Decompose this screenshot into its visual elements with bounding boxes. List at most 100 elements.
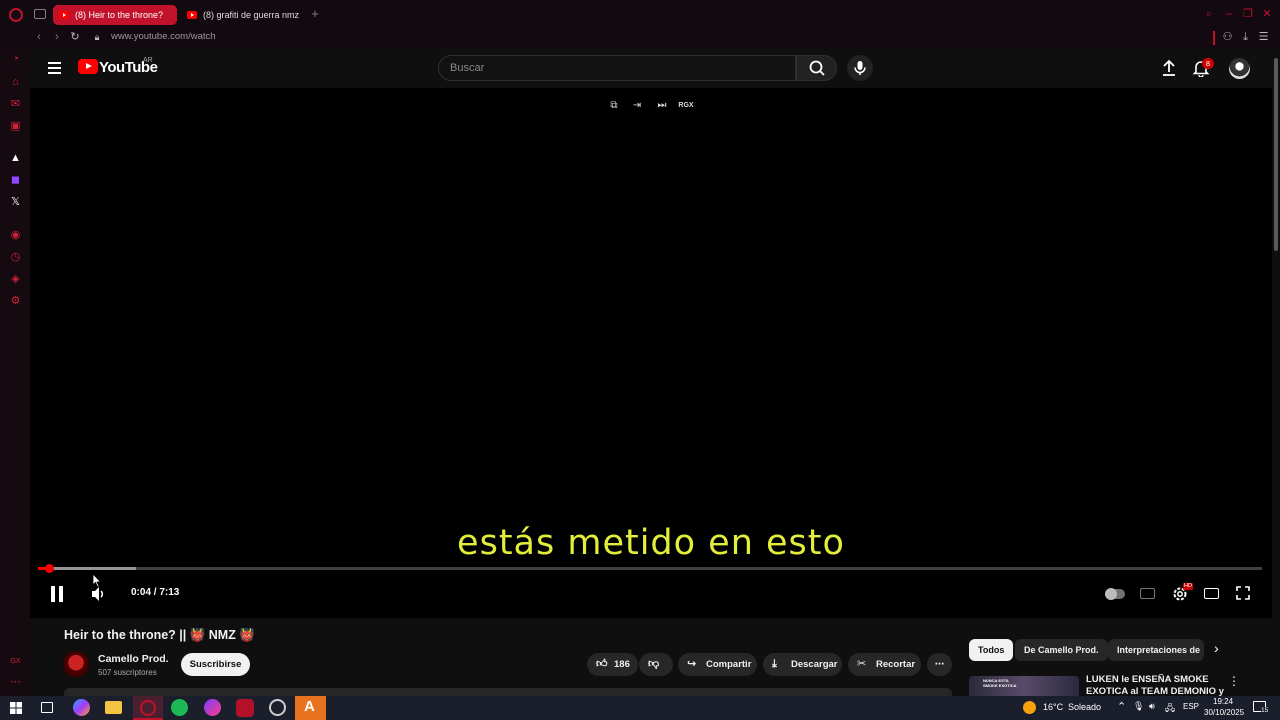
- scissors-icon: ✂: [857, 658, 867, 670]
- messenger-app-icon[interactable]: [204, 699, 221, 716]
- enter-icon[interactable]: ⇥: [627, 98, 647, 114]
- clock-app-icon[interactable]: [269, 699, 286, 716]
- volume-icon[interactable]: [90, 585, 106, 603]
- restore-icon[interactable]: ❐: [1242, 8, 1254, 20]
- subtitles-icon[interactable]: [1140, 588, 1155, 599]
- download-button[interactable]: ⤓ Descargar: [763, 653, 842, 676]
- chip-todos[interactable]: Todos: [969, 639, 1014, 661]
- thumbs-up-icon: 👍︎: [596, 658, 608, 670]
- spotify-app-icon[interactable]: [171, 699, 188, 716]
- chip-interpretaciones[interactable]: Interpretaciones de: [1108, 639, 1204, 661]
- messenger-icon[interactable]: ✉: [9, 98, 22, 111]
- opera-logo-icon[interactable]: [9, 8, 23, 22]
- upload-icon[interactable]: [1161, 59, 1177, 77]
- subtitle-caption: estás metido en esto: [457, 523, 845, 563]
- progress-bar[interactable]: [38, 564, 1262, 573]
- opera-gx-app-icon[interactable]: [133, 696, 163, 720]
- download-icon: ⤓: [772, 658, 777, 670]
- voice-search-button[interactable]: [847, 55, 873, 81]
- opera-gx-logo-icon: [140, 700, 156, 716]
- page-scrollbar[interactable]: [1272, 48, 1280, 696]
- history-icon[interactable]: ◷: [9, 251, 22, 264]
- address-field[interactable]: www.youtube.com/watch: [111, 31, 216, 42]
- share-button[interactable]: ↪ Compartir: [678, 653, 757, 676]
- weather-temp[interactable]: 16°C: [1043, 702, 1063, 712]
- x-twitter-icon[interactable]: 𝕏: [9, 196, 22, 209]
- guide-menu-icon[interactable]: [48, 62, 61, 74]
- reload-icon[interactable]: ↻: [69, 31, 81, 43]
- tray-chevron-icon[interactable]: ⌃: [1117, 700, 1126, 713]
- network-tray-icon[interactable]: 🖧: [1165, 701, 1175, 717]
- red-app-icon[interactable]: [236, 699, 254, 717]
- description-box[interactable]: [64, 688, 952, 696]
- twitch-icon[interactable]: ◼: [9, 174, 22, 187]
- orange-app-icon[interactable]: A: [295, 696, 326, 720]
- channel-name[interactable]: Camello Prod.: [98, 653, 169, 665]
- recommended-more-icon[interactable]: ⋮: [1228, 674, 1240, 688]
- subscribe-button[interactable]: Suscribirse: [181, 653, 250, 676]
- settings-icon[interactable]: ⚙: [9, 295, 22, 308]
- file-explorer-icon[interactable]: [105, 701, 122, 714]
- language-indicator[interactable]: ESP: [1183, 702, 1199, 711]
- share-icon: ↪: [687, 658, 697, 670]
- clip-button[interactable]: ✂ Recortar: [848, 653, 921, 676]
- video-player[interactable]: ⧉ ⇥ ⏭ RGX estás metido en esto 0:04 / 7:…: [30, 88, 1272, 618]
- weather-sun-icon[interactable]: [1023, 701, 1036, 714]
- news-icon[interactable]: ▣: [9, 120, 22, 133]
- popout-icon[interactable]: ⧉: [604, 98, 624, 114]
- channel-avatar[interactable]: [63, 651, 89, 677]
- easy-setup-icon[interactable]: ☰: [1258, 31, 1269, 43]
- tabs-icon[interactable]: [34, 9, 46, 19]
- copilot-app-icon[interactable]: [73, 699, 90, 716]
- notification-count-badge: 8: [1202, 58, 1214, 69]
- scrollbar-thumb[interactable]: [1274, 58, 1278, 251]
- minimize-icon[interactable]: –: [1223, 8, 1235, 20]
- watch-metadata: Heir to the throne? || 👹 NMZ 👹 Camello P…: [30, 618, 1272, 696]
- forward-icon[interactable]: ›: [52, 31, 62, 43]
- account-icon[interactable]: ⚇: [1222, 31, 1233, 43]
- pause-icon[interactable]: [48, 584, 66, 604]
- close-icon[interactable]: ✕: [1261, 8, 1273, 20]
- more-actions-button[interactable]: ⋯: [927, 653, 952, 676]
- tab-heir-to-the-throne[interactable]: (8) Heir to the throne?: [53, 5, 177, 25]
- dislike-button[interactable]: 👎︎: [639, 653, 673, 676]
- microphone-icon: [854, 61, 866, 75]
- search-input[interactable]: Buscar: [438, 55, 796, 81]
- microphone-tray-icon[interactable]: 🎙︎: [1133, 701, 1144, 712]
- player-icon[interactable]: ◉: [9, 229, 22, 242]
- more-icon[interactable]: ⋯: [9, 676, 22, 689]
- bag-icon[interactable]: ⌂: [9, 76, 22, 89]
- windows-start-icon[interactable]: [10, 702, 22, 714]
- account-avatar[interactable]: [1229, 58, 1250, 79]
- scrubber-knob[interactable]: [45, 564, 55, 573]
- recommended-thumbnail[interactable]: NUNCA ESTA SMOKE EXOTICA: [969, 676, 1079, 696]
- chip-de-camello[interactable]: De Camello Prod.: [1015, 639, 1108, 661]
- tab-grafiti-de-guerra[interactable]: (8) grafiti de guerra nmz: [181, 5, 301, 25]
- downloads-icon[interactable]: ⤓: [1240, 31, 1251, 43]
- search-icon: [809, 60, 825, 76]
- search-tabs-icon[interactable]: ⌕: [1203, 8, 1215, 20]
- chips-next-chevron-icon[interactable]: ›: [1214, 640, 1219, 656]
- weather-desc[interactable]: Soleado: [1068, 702, 1101, 712]
- back-icon[interactable]: ‹: [34, 31, 44, 43]
- like-button[interactable]: 👍︎ 186: [587, 653, 638, 676]
- rgx-overlay-label[interactable]: RGX: [676, 98, 696, 114]
- notification-count: 15: [1261, 707, 1269, 714]
- aria-icon[interactable]: ▲: [9, 152, 22, 165]
- youtube-logo-icon[interactable]: [78, 59, 98, 74]
- clock-time[interactable]: 19:24: [1213, 697, 1233, 706]
- gx-corner-icon[interactable]: GX: [9, 655, 22, 668]
- speed-dial-icon[interactable]: ◔: [9, 53, 22, 66]
- speaker-tray-icon[interactable]: 🔊︎: [1149, 701, 1155, 712]
- theater-mode-icon[interactable]: [1204, 588, 1219, 599]
- clock-date[interactable]: 30/10/2025: [1204, 708, 1244, 717]
- skip-forward-icon[interactable]: ⏭: [652, 98, 672, 114]
- search-button[interactable]: [796, 55, 837, 81]
- fullscreen-icon[interactable]: [1236, 586, 1250, 600]
- task-view-icon[interactable]: [41, 702, 53, 713]
- new-tab-plus-icon[interactable]: +: [309, 7, 321, 20]
- autoplay-toggle[interactable]: [1105, 588, 1125, 600]
- youtube-favicon-icon: [187, 11, 197, 19]
- recommended-title[interactable]: LUKEN le ENSEÑA SMOKE EXOTICA al TEAM DE…: [1086, 674, 1226, 696]
- pinboard-icon[interactable]: ◈: [9, 273, 22, 286]
